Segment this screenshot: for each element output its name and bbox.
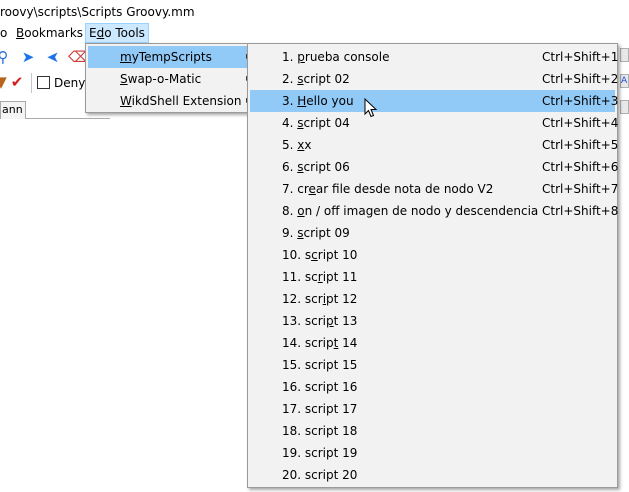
script-menu-item-label: 17. script 17 — [282, 402, 358, 416]
script-menu-item[interactable]: 20. script 20 — [250, 464, 615, 486]
menu-item-bookmarks[interactable]: Bookmarks — [13, 23, 86, 43]
script-menu-item-label: 11. script 11 — [282, 270, 358, 284]
script-menu-item[interactable]: 12. script 12 — [250, 288, 615, 310]
script-menu-item-label: 13. script 13 — [282, 314, 358, 328]
script-menu-item[interactable]: 14. script 14 — [250, 332, 615, 354]
right-toolbar-edge: A — [620, 48, 629, 118]
script-menu-item[interactable]: 4. script 04 Ctrl+Shift+4 — [250, 112, 619, 134]
shortcut-label: Ctrl+Shift+7 — [542, 182, 619, 196]
deny-label: Deny — [54, 76, 86, 90]
script-menu-item-label: 6. script 06 — [282, 160, 350, 174]
filter-clear-icon[interactable]: ⌫ — [68, 48, 89, 66]
menu-item-tools-partial[interactable]: o — [0, 23, 10, 43]
script-menu-item[interactable]: 2. script 02 Ctrl+Shift+2 — [250, 68, 619, 90]
shortcut-label: Ctrl+Shift+1 — [542, 50, 619, 64]
zoom-icon[interactable]: ⚲ — [0, 48, 12, 66]
menu-bar: o Bookmarks Edo Tools — [0, 23, 629, 43]
shortcut-label: Ctrl+Shift+8 — [542, 204, 619, 218]
script-menu-item[interactable]: 9. script 09 — [250, 222, 615, 244]
script-menu-item[interactable]: 7. crear file desde nota de nodo V2 Ctrl+… — [250, 178, 619, 200]
script-menu-item-label: 5. xx — [282, 138, 312, 152]
script-menu-item-label: 18. script 18 — [282, 424, 358, 438]
toolbar-button-partial-2[interactable] — [620, 100, 629, 114]
mytempscripts-submenu: 1. prueba console Ctrl+Shift+1 2. script 0… — [247, 43, 618, 488]
pin-icon[interactable]: ✔ — [8, 73, 26, 91]
toolbar-button-partial[interactable] — [620, 48, 629, 62]
menu-item-wikdshell-extension[interactable]: WikdShell Extension ▸ — [88, 90, 251, 112]
navigate-back-icon[interactable]: ➤ — [44, 48, 62, 66]
script-menu-item-label: 16. script 16 — [282, 380, 358, 394]
edo-tools-menu: myTempScripts ▸ Swap-o-Matic ▸ WikdShell… — [85, 43, 251, 113]
script-menu-item-label: 1. prueba console — [282, 50, 390, 64]
script-menu-item-label: 9. script 09 — [282, 226, 350, 240]
script-menu-item[interactable]: 15. script 15 — [250, 354, 615, 376]
navigate-forward-icon[interactable]: ➤ — [19, 48, 37, 66]
shortcut-label: Ctrl+Shift+3 — [542, 94, 619, 108]
script-menu-item[interactable]: 5. xx Ctrl+Shift+5 — [250, 134, 619, 156]
script-menu-item[interactable]: 3. Hello you Ctrl+Shift+3 — [250, 90, 619, 112]
script-menu-item-label: 15. script 15 — [282, 358, 358, 372]
script-menu-item[interactable]: 8. on / off imagen de nodo y descendenci… — [250, 200, 619, 222]
script-menu-item[interactable]: 18. script 18 — [250, 420, 615, 442]
script-menu-item[interactable]: 19. script 19 — [250, 442, 615, 464]
script-menu-item-label: 3. Hello you — [282, 94, 354, 108]
menu-item-mytempscripts[interactable]: myTempScripts ▸ — [88, 46, 251, 68]
script-menu-item[interactable]: 17. script 17 — [250, 398, 615, 420]
menu-item-swap-o-matic[interactable]: Swap-o-Matic ▸ — [88, 68, 251, 90]
script-menu-item-label: 20. script 20 — [282, 468, 358, 482]
mouse-pointer-icon — [364, 98, 378, 118]
script-menu-item-label: 7. crear file desde nota de nodo V2 — [282, 182, 494, 196]
script-menu-item-label: 14. script 14 — [282, 336, 358, 350]
script-menu-item[interactable]: 6. script 06 Ctrl+Shift+6 — [250, 156, 619, 178]
shortcut-label: Ctrl+Shift+2 — [542, 72, 619, 86]
shortcut-label: Ctrl+Shift+6 — [542, 160, 619, 174]
map-tab[interactable]: ann — [0, 101, 26, 119]
script-menu-item-label: 12. script 12 — [282, 292, 358, 306]
menu-item-edo-tools[interactable]: Edo Tools — [85, 23, 149, 43]
deny-checkbox[interactable]: Deny — [37, 75, 85, 91]
script-menu-item[interactable]: 16. script 16 — [250, 376, 615, 398]
script-menu-item[interactable]: 13. script 13 — [250, 310, 615, 332]
script-menu-item-label: 8. on / off imagen de nodo y descendenci… — [282, 204, 539, 218]
shortcut-label: Ctrl+Shift+4 — [542, 116, 619, 130]
shortcut-label: Ctrl+Shift+5 — [542, 138, 619, 152]
script-menu-item[interactable]: 10. script 10 — [250, 244, 615, 266]
script-menu-item-label: 4. script 04 — [282, 116, 350, 130]
script-menu-item-label: 19. script 19 — [282, 446, 358, 460]
font-button-partial[interactable]: A — [620, 74, 629, 88]
toolbar-separator — [31, 73, 32, 93]
script-menu-item[interactable]: 1. prueba console Ctrl+Shift+1 — [250, 46, 619, 68]
script-menu-item-label: 10. script 10 — [282, 248, 358, 262]
checkbox-box[interactable] — [37, 76, 50, 89]
script-menu-item[interactable]: 11. script 11 — [250, 266, 615, 288]
window-title: roovy\scripts\Scripts Groovy.mm — [0, 5, 195, 19]
script-menu-item-label: 2. script 02 — [282, 72, 350, 86]
